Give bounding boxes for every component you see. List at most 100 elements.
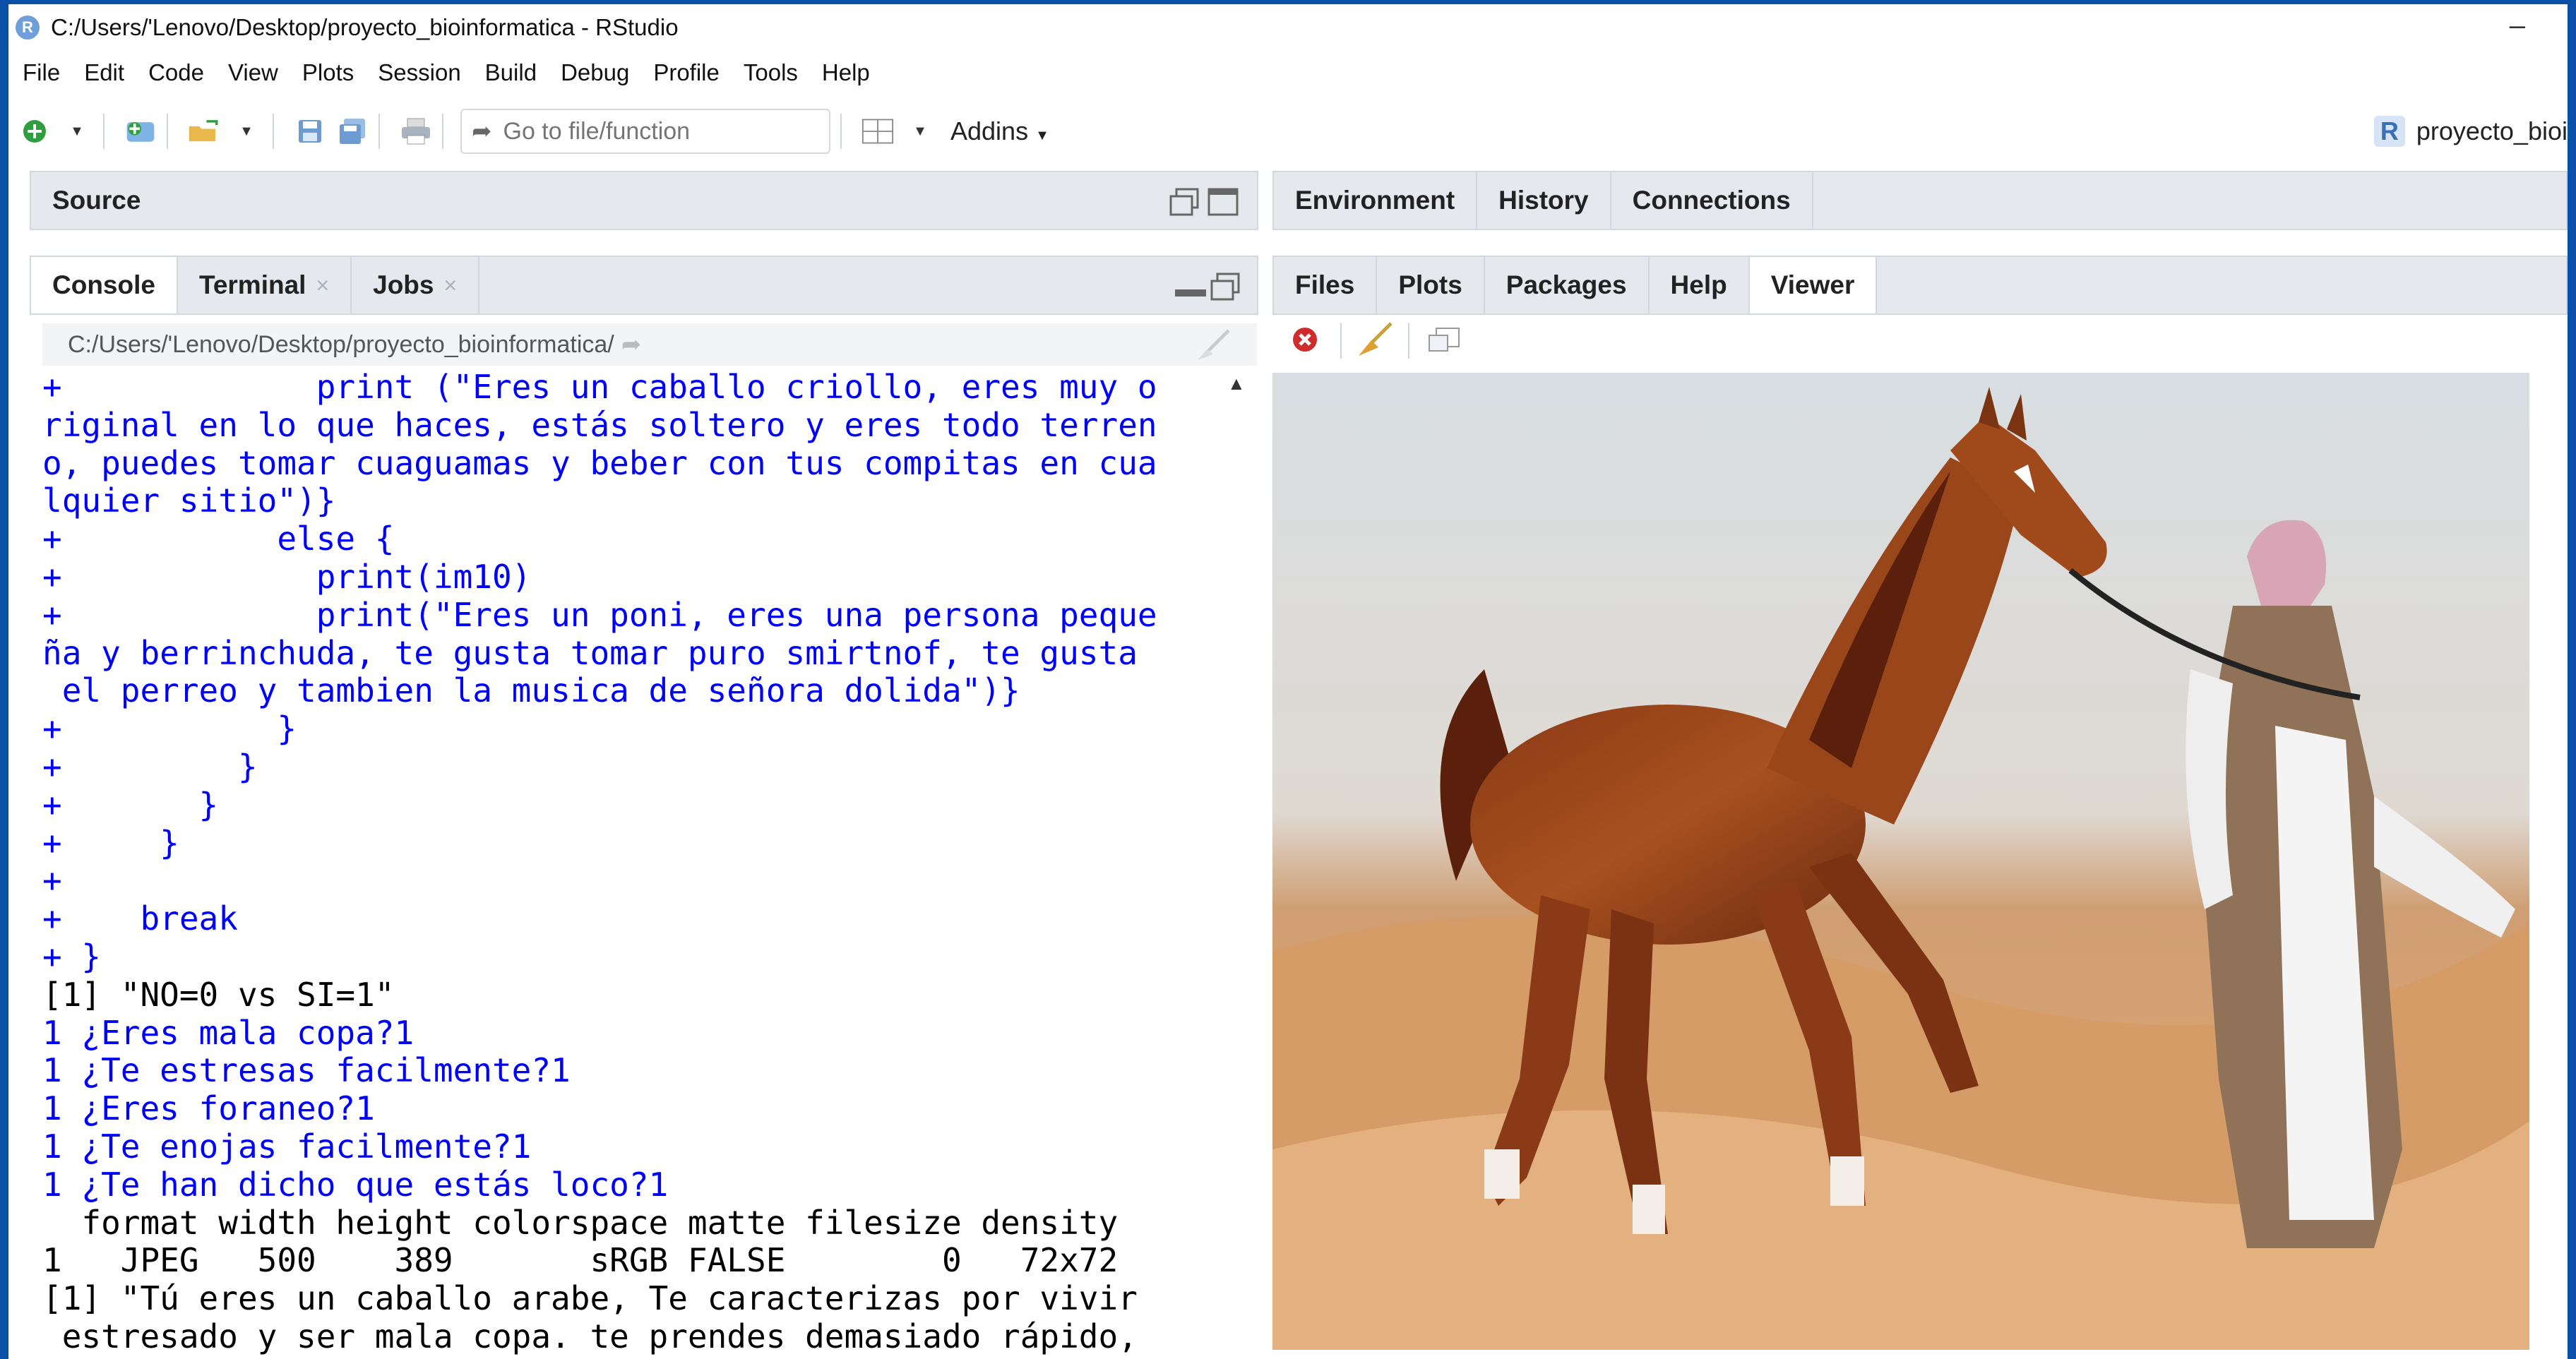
tab-console-label: Console bbox=[52, 270, 155, 299]
restore-pane-icon[interactable] bbox=[1210, 273, 1241, 304]
main-toolbar: ▼ ▼ ➦ ▼ Addins ▼ R bbox=[8, 103, 2568, 160]
console-line: el perreo y tambien la musica de señora … bbox=[42, 671, 1020, 710]
new-file-icon[interactable] bbox=[18, 115, 51, 148]
tab-files[interactable]: Files bbox=[1274, 257, 1378, 313]
tab-files-label: Files bbox=[1295, 270, 1355, 299]
files-pane-header: Files Plots Packages Help Viewer bbox=[1272, 256, 2568, 315]
goto-file-function-box[interactable]: ➦ bbox=[460, 109, 830, 154]
console-line: 1 ¿Te enojas facilmente?1 bbox=[42, 1127, 532, 1166]
scroll-up-icon[interactable]: ▲ bbox=[1227, 373, 1246, 395]
dropdown-arrow-icon[interactable]: ▼ bbox=[904, 115, 936, 148]
menu-code[interactable]: Code bbox=[148, 59, 204, 86]
toolbar-divider bbox=[167, 114, 168, 149]
tab-connections[interactable]: Connections bbox=[1611, 172, 1813, 229]
maximize-pane-icon[interactable] bbox=[1208, 188, 1239, 220]
dropdown-arrow-icon[interactable]: ▼ bbox=[230, 115, 263, 148]
close-icon[interactable]: × bbox=[443, 273, 457, 299]
tab-console[interactable]: Console bbox=[31, 257, 178, 313]
goto-arrow-icon: ➦ bbox=[472, 118, 492, 145]
project-menu[interactable]: R proyecto_bioi bbox=[2373, 103, 2568, 160]
console-line: estresado y ser mala copa. te prendes de… bbox=[42, 1317, 1138, 1355]
open-folder-icon[interactable] bbox=[188, 115, 220, 148]
menu-tools[interactable]: Tools bbox=[744, 59, 798, 86]
console-line: + } bbox=[42, 785, 219, 824]
new-project-icon[interactable] bbox=[124, 115, 157, 148]
console-line: lquier sitio")} bbox=[42, 481, 336, 520]
toolbar-divider bbox=[378, 114, 380, 149]
console-line: + break bbox=[42, 899, 238, 938]
project-icon: R bbox=[2373, 116, 2405, 147]
tab-jobs-label: Jobs bbox=[373, 270, 434, 299]
tab-packages[interactable]: Packages bbox=[1485, 257, 1650, 313]
viewer-toolbar bbox=[1272, 315, 2568, 367]
menu-help[interactable]: Help bbox=[822, 59, 870, 86]
console-line: eres foraneo y estás medio loco" bbox=[42, 1355, 1236, 1359]
tab-terminal[interactable]: Terminal × bbox=[178, 257, 352, 313]
tab-plots[interactable]: Plots bbox=[1377, 257, 1485, 313]
close-icon[interactable]: × bbox=[316, 273, 329, 299]
window-title: C:/Users/'Lenovo/Desktop/proyecto_bioinf… bbox=[51, 14, 679, 40]
console-line: + print ("Eres un caballo criollo, eres … bbox=[42, 369, 1157, 406]
tab-environment-label: Environment bbox=[1295, 186, 1455, 215]
rstudio-window: R C:/Users/'Lenovo/Desktop/proyecto_bioi… bbox=[8, 4, 2568, 1359]
toolbar-divider bbox=[840, 114, 842, 149]
save-all-icon[interactable] bbox=[336, 115, 369, 148]
console-line: + } bbox=[42, 937, 102, 976]
clear-viewer-broom-icon[interactable] bbox=[1356, 321, 1394, 361]
tab-plots-label: Plots bbox=[1398, 270, 1462, 299]
tab-jobs[interactable]: Jobs × bbox=[352, 257, 480, 313]
console-line: ña y berrinchuda, te gusta tomar puro sm… bbox=[42, 633, 1138, 672]
minimize-button[interactable]: – bbox=[2510, 10, 2525, 42]
menu-bar: File Edit Code View Plots Session Build … bbox=[8, 55, 2568, 90]
menu-session[interactable]: Session bbox=[378, 59, 460, 86]
rstudio-logo-icon: R bbox=[16, 16, 40, 40]
menu-view[interactable]: View bbox=[228, 59, 278, 86]
go-to-directory-icon[interactable]: ➦ bbox=[621, 330, 642, 359]
console-line: + print(im10) bbox=[42, 557, 532, 596]
tab-packages-label: Packages bbox=[1505, 270, 1627, 299]
workspace-panes-icon[interactable] bbox=[861, 115, 894, 148]
console-line: o, puedes tomar cuaguamas y beber con tu… bbox=[42, 443, 1157, 482]
menu-edit[interactable]: Edit bbox=[84, 59, 124, 86]
console-line: + } bbox=[42, 747, 258, 786]
console-pane-header: Console Terminal × Jobs × bbox=[30, 256, 1258, 315]
addins-menu[interactable]: Addins ▼ bbox=[950, 116, 1049, 146]
tab-history-label: History bbox=[1498, 186, 1589, 215]
source-pane-header: Source bbox=[30, 171, 1258, 230]
tab-viewer[interactable]: Viewer bbox=[1749, 257, 1878, 313]
tab-connections-label: Connections bbox=[1632, 186, 1791, 215]
working-directory[interactable]: C:/Users/'Lenovo/Desktop/proyecto_bioinf… bbox=[68, 331, 614, 359]
console-line: 1 ¿Te han dicho que estás loco?1 bbox=[42, 1165, 669, 1204]
console-line: [1] "Tú eres un caballo arabe, Te caract… bbox=[42, 1279, 1138, 1318]
console-line: [1] "NO=0 vs SI=1" bbox=[42, 975, 395, 1014]
goto-file-input[interactable] bbox=[501, 116, 801, 146]
console-scrollbar[interactable]: ▲ bbox=[1224, 369, 1253, 1359]
stop-viewer-icon[interactable] bbox=[1291, 325, 1319, 357]
menu-profile[interactable]: Profile bbox=[653, 59, 720, 86]
menu-plots[interactable]: Plots bbox=[302, 59, 354, 86]
menu-file[interactable]: File bbox=[23, 59, 60, 86]
tab-history[interactable]: History bbox=[1477, 172, 1611, 229]
dropdown-arrow-icon[interactable]: ▼ bbox=[61, 115, 93, 148]
source-pane-title: Source bbox=[52, 186, 141, 215]
print-icon[interactable] bbox=[400, 115, 432, 148]
console-line: + } bbox=[42, 823, 179, 862]
title-bar: R C:/Users/'Lenovo/Desktop/proyecto_bioi… bbox=[8, 4, 2568, 51]
menu-build[interactable]: Build bbox=[485, 59, 537, 86]
toolbar-divider bbox=[442, 114, 443, 149]
viewer-area bbox=[1272, 369, 2568, 1359]
minimize-pane-icon[interactable] bbox=[1174, 278, 1208, 303]
console-line: + bbox=[42, 861, 62, 900]
console-line: format width height colorspace matte fil… bbox=[42, 1203, 1119, 1242]
tab-help[interactable]: Help bbox=[1650, 257, 1750, 313]
project-name: proyecto_bioi bbox=[2416, 116, 2568, 145]
menu-debug[interactable]: Debug bbox=[561, 59, 629, 86]
console-line: + print("Eres un poni, eres una persona … bbox=[42, 595, 1157, 634]
console-path-bar: C:/Users/'Lenovo/Desktop/proyecto_bioinf… bbox=[42, 323, 1257, 366]
restore-pane-icon[interactable] bbox=[1169, 188, 1200, 220]
save-icon[interactable] bbox=[294, 115, 326, 148]
console-output[interactable]: + print ("Eres un caballo criollo, eres … bbox=[42, 369, 1236, 1359]
show-in-new-window-icon[interactable] bbox=[1426, 324, 1462, 359]
tab-environment[interactable]: Environment bbox=[1274, 172, 1478, 229]
clear-console-icon[interactable] bbox=[1193, 329, 1232, 368]
